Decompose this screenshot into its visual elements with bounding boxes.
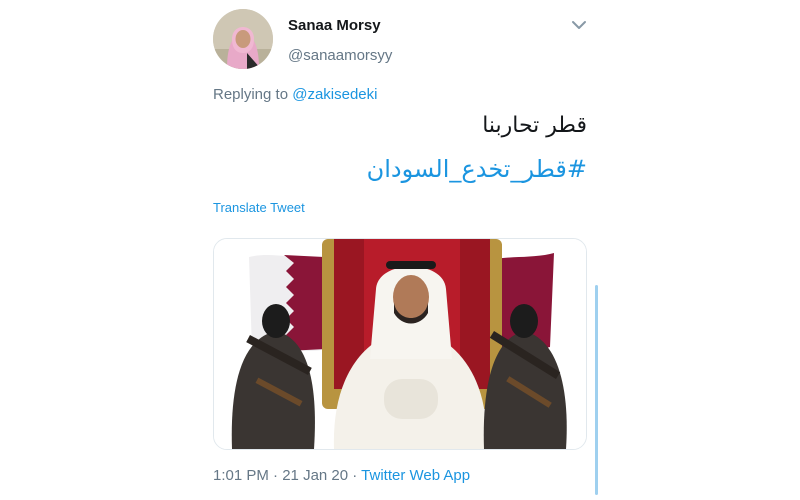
translate-tweet-link[interactable]: Translate Tweet xyxy=(213,200,305,215)
replying-to: Replying to @zakisedeki xyxy=(213,86,377,103)
replying-to-label: Replying to xyxy=(213,86,293,103)
tweet-date[interactable]: 21 Jan 20 xyxy=(282,467,348,484)
tweet-media-image[interactable] xyxy=(213,238,587,450)
chevron-down-icon[interactable] xyxy=(570,16,588,34)
tweet-time[interactable]: 1:01 PM xyxy=(213,467,269,484)
separator-dot: · xyxy=(348,467,362,484)
author-display-name[interactable]: Sanaa Morsy xyxy=(288,17,381,34)
scrollbar[interactable] xyxy=(595,285,598,495)
avatar[interactable] xyxy=(213,9,273,69)
media-photo xyxy=(214,239,586,449)
tweet-source-link[interactable]: Twitter Web App xyxy=(361,467,470,484)
reply-mention-link[interactable]: @zakisedeki xyxy=(292,86,377,103)
tweet-text: قطر تحاربنا xyxy=(482,113,587,138)
tweet-timestamp: 1:01 PM · 21 Jan 20 · Twitter Web App xyxy=(213,467,470,484)
hashtag-link[interactable]: #قطر_تخدع_السودان xyxy=(367,155,587,183)
tweet: Sanaa Morsy @sanaamorsyy Replying to @za… xyxy=(0,0,800,500)
separator-dot: · xyxy=(268,467,283,484)
author-handle[interactable]: @sanaamorsyy xyxy=(288,47,392,64)
avatar-image xyxy=(213,9,273,69)
